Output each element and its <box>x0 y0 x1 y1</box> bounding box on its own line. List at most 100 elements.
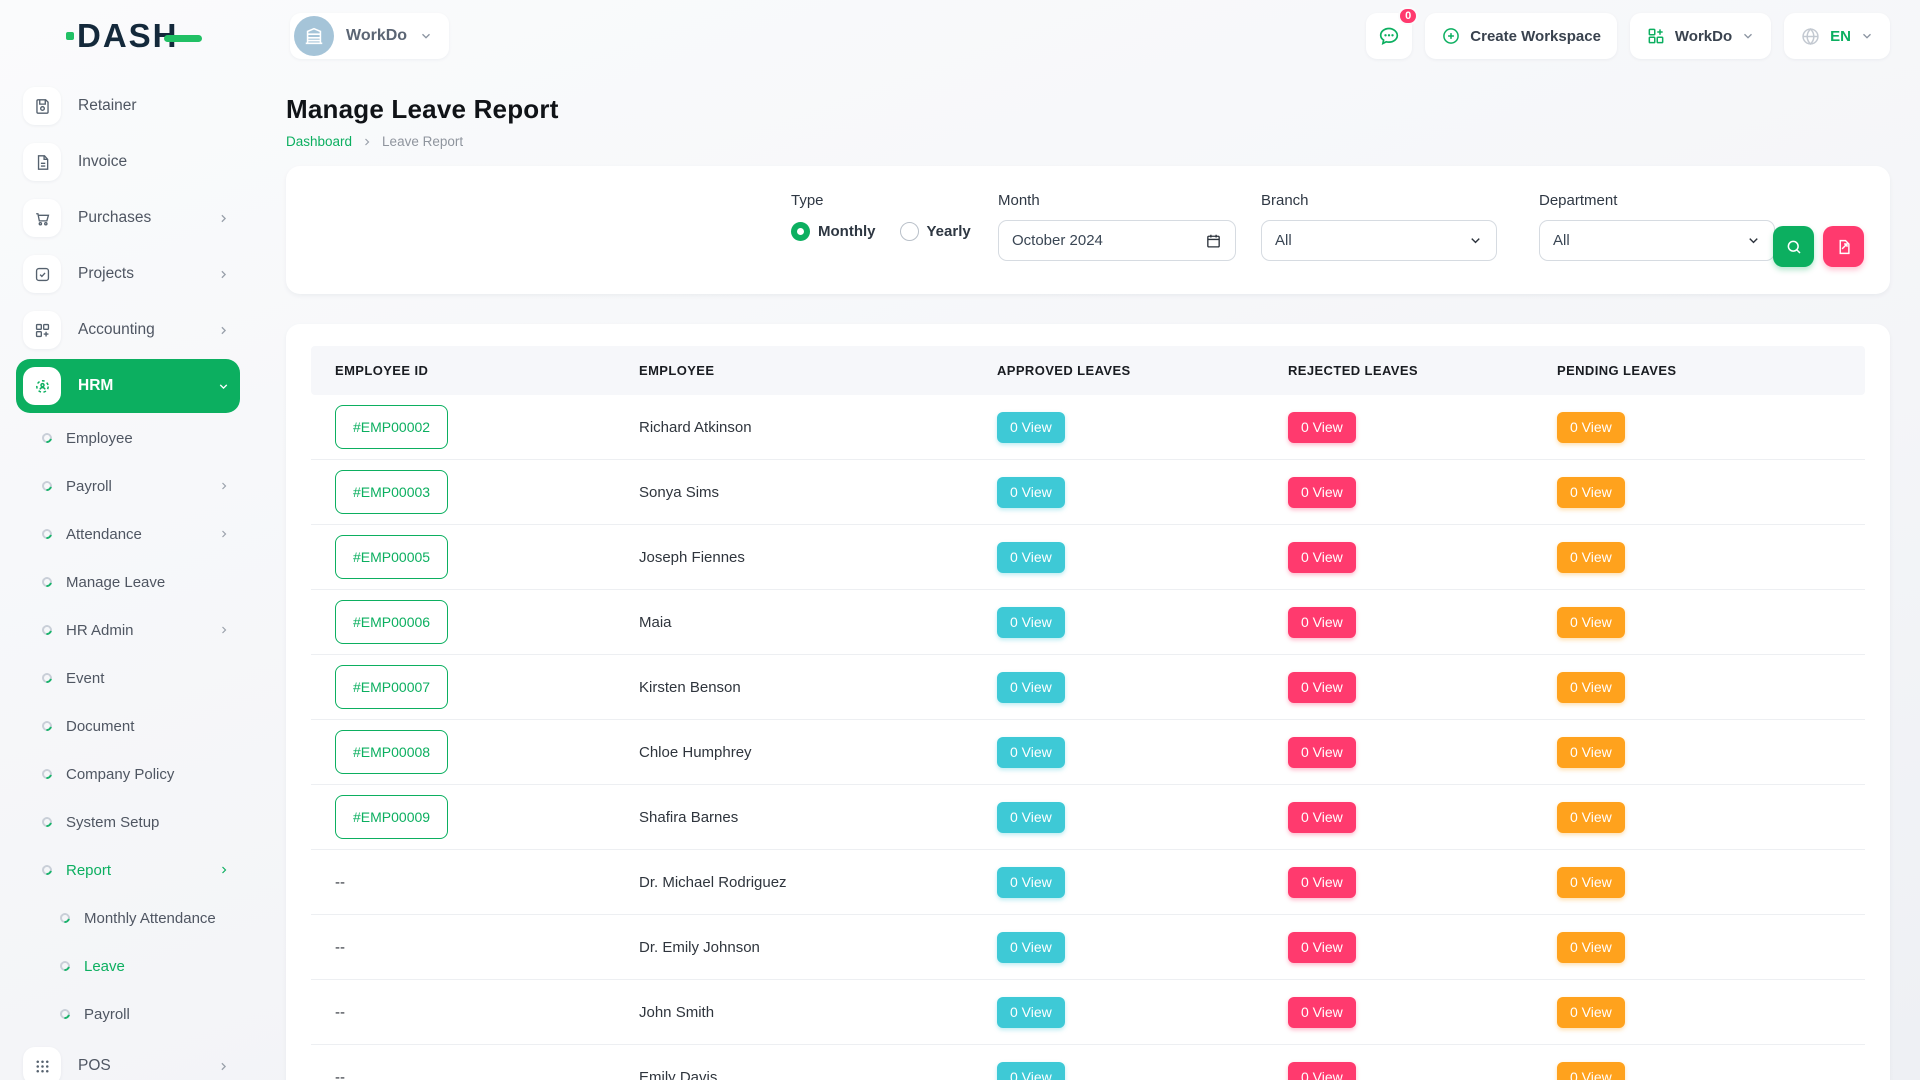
create-workspace-button[interactable]: Create Workspace <box>1425 13 1617 59</box>
month-input[interactable]: October 2024 <box>998 220 1236 261</box>
language-selector[interactable]: EN <box>1784 13 1890 59</box>
approved-leaves-view-button[interactable]: 0 View <box>997 542 1065 573</box>
pending-leaves-view-button[interactable]: 0 View <box>1557 737 1625 768</box>
rejected-leaves-view-button[interactable]: 0 View <box>1288 672 1356 703</box>
approved-leaves-view-button[interactable]: 0 View <box>997 997 1065 1028</box>
type-yearly-radio[interactable]: Yearly <box>900 222 971 241</box>
sidebar-subitem-attendance[interactable]: Attendance <box>16 510 240 558</box>
approved-leaves-view-button[interactable]: 0 View <box>997 412 1065 443</box>
breadcrumb-separator-icon <box>361 136 373 148</box>
rejected-leaves-view-button[interactable]: 0 View <box>1288 867 1356 898</box>
pending-leaves-view-button[interactable]: 0 View <box>1557 477 1625 508</box>
sidebar-subitem-document[interactable]: Document <box>16 702 240 750</box>
sidebar-item-purchases[interactable]: Purchases <box>16 190 240 246</box>
table-body: #EMP00002 Richard Atkinson 0 View 0 View… <box>311 395 1865 1080</box>
rejected-leaves-view-button[interactable]: 0 View <box>1288 932 1356 963</box>
chevron-down-icon <box>1741 29 1755 43</box>
rejected-leaves-view-button[interactable]: 0 View <box>1288 542 1356 573</box>
rejected-leaves-view-button[interactable]: 0 View <box>1288 737 1356 768</box>
sidebar-subitem-company-policy[interactable]: Company Policy <box>16 750 240 798</box>
pending-leaves-view-button[interactable]: 0 View <box>1557 1062 1625 1080</box>
breadcrumb-dashboard-link[interactable]: Dashboard <box>286 134 352 149</box>
branch-label: Branch <box>1261 192 1497 209</box>
approved-leaves-view-button[interactable]: 0 View <box>997 607 1065 638</box>
chat-icon <box>1377 24 1401 48</box>
employee-id-badge[interactable]: #EMP00005 <box>335 535 448 579</box>
filter-buttons <box>1773 226 1864 267</box>
sidebar-subitem-report[interactable]: Report <box>16 846 240 894</box>
type-monthly-radio[interactable]: Monthly <box>791 222 876 241</box>
approved-leaves-view-button[interactable]: 0 View <box>997 672 1065 703</box>
pending-leaves-view-button[interactable]: 0 View <box>1557 607 1625 638</box>
workspace-switcher[interactable]: WorkDo <box>290 13 449 59</box>
sidebar-subitem-leave[interactable]: Leave <box>16 942 240 990</box>
chevron-down-icon <box>1746 233 1761 248</box>
chevron-right-icon <box>218 864 230 876</box>
sidebar-subitem-hr-admin[interactable]: HR Admin <box>16 606 240 654</box>
pending-leaves-view-button[interactable]: 0 View <box>1557 802 1625 833</box>
floppy-icon <box>23 87 61 125</box>
logo-dash-bar <box>164 35 202 42</box>
hrm-icon <box>23 367 61 405</box>
employee-id-badge[interactable]: #EMP00006 <box>335 600 448 644</box>
sidebar-subitem-system-setup[interactable]: System Setup <box>16 798 240 846</box>
approved-leaves-view-button[interactable]: 0 View <box>997 737 1065 768</box>
approved-leaves-view-button[interactable]: 0 View <box>997 802 1065 833</box>
export-button[interactable] <box>1823 226 1864 267</box>
pending-leaves-view-button[interactable]: 0 View <box>1557 867 1625 898</box>
rejected-leaves-view-button[interactable]: 0 View <box>1288 607 1356 638</box>
pending-leaves-view-button[interactable]: 0 View <box>1557 672 1625 703</box>
sidebar-item-accounting[interactable]: Accounting <box>16 302 240 358</box>
approved-leaves-view-button[interactable]: 0 View <box>997 932 1065 963</box>
department-label: Department <box>1539 192 1775 209</box>
approved-leaves-view-button[interactable]: 0 View <box>997 477 1065 508</box>
pending-leaves-view-button[interactable]: 0 View <box>1557 542 1625 573</box>
employee-id-badge[interactable]: #EMP00002 <box>335 405 448 449</box>
sidebar-item-invoice[interactable]: Invoice <box>16 134 240 190</box>
pending-leaves-view-button[interactable]: 0 View <box>1557 412 1625 443</box>
sidebar-item-projects[interactable]: Projects <box>16 246 240 302</box>
sidebar-item-hrm[interactable]: HRM <box>16 359 240 413</box>
employee-id-badge[interactable]: #EMP00007 <box>335 665 448 709</box>
employee-id-badge[interactable]: #EMP00008 <box>335 730 448 774</box>
department-select[interactable]: All <box>1539 220 1775 261</box>
workspace-menu-button[interactable]: WorkDo <box>1630 13 1771 59</box>
sidebar-subitem-payroll[interactable]: Payroll <box>16 462 240 510</box>
approved-leaves-view-button[interactable]: 0 View <box>997 1062 1065 1080</box>
sidebar-subitem-monthly-attendance[interactable]: Monthly Attendance <box>16 894 240 942</box>
employee-id-badge: -- <box>335 860 345 904</box>
sidebar-subitem-employee[interactable]: Employee <box>16 414 240 462</box>
sidebar-subitem-manage-leave[interactable]: Manage Leave <box>16 558 240 606</box>
globe-icon <box>1800 26 1821 47</box>
rejected-leaves-view-button[interactable]: 0 View <box>1288 412 1356 443</box>
rejected-leaves-view-button[interactable]: 0 View <box>1288 477 1356 508</box>
plus-circle-icon <box>1441 26 1461 46</box>
pending-leaves-view-button[interactable]: 0 View <box>1557 997 1625 1028</box>
bullet-icon <box>40 479 54 493</box>
search-button[interactable] <box>1773 226 1814 267</box>
sidebar-item-pos[interactable]: POS <box>16 1038 240 1080</box>
messages-button[interactable]: 0 <box>1366 13 1412 59</box>
building-icon <box>303 25 325 47</box>
employee-id-badge[interactable]: #EMP00009 <box>335 795 448 839</box>
sidebar-item-retainer[interactable]: Retainer <box>16 78 240 134</box>
table-row: #EMP00006 Maia 0 View 0 View 0 View <box>311 590 1865 655</box>
chevron-right-icon <box>218 480 230 492</box>
rejected-leaves-view-button[interactable]: 0 View <box>1288 997 1356 1028</box>
pending-leaves-view-button[interactable]: 0 View <box>1557 932 1625 963</box>
branch-select[interactable]: All <box>1261 220 1497 261</box>
employee-name: Sonya Sims <box>639 460 997 525</box>
dash-logo[interactable]: DASH <box>66 17 202 55</box>
rejected-leaves-view-button[interactable]: 0 View <box>1288 1062 1356 1080</box>
bullet-icon <box>40 623 54 637</box>
employee-id-badge: -- <box>335 1055 345 1080</box>
rejected-leaves-view-button[interactable]: 0 View <box>1288 802 1356 833</box>
chevron-down-icon <box>1468 233 1483 248</box>
bullet-icon <box>40 527 54 541</box>
approved-leaves-view-button[interactable]: 0 View <box>997 867 1065 898</box>
sidebar-subitem-event[interactable]: Event <box>16 654 240 702</box>
employee-id-badge[interactable]: #EMP00003 <box>335 470 448 514</box>
sidebar-subitem-report-payroll[interactable]: Payroll <box>16 990 240 1038</box>
workspace-avatar <box>294 16 334 56</box>
accounting-icon <box>23 311 61 349</box>
